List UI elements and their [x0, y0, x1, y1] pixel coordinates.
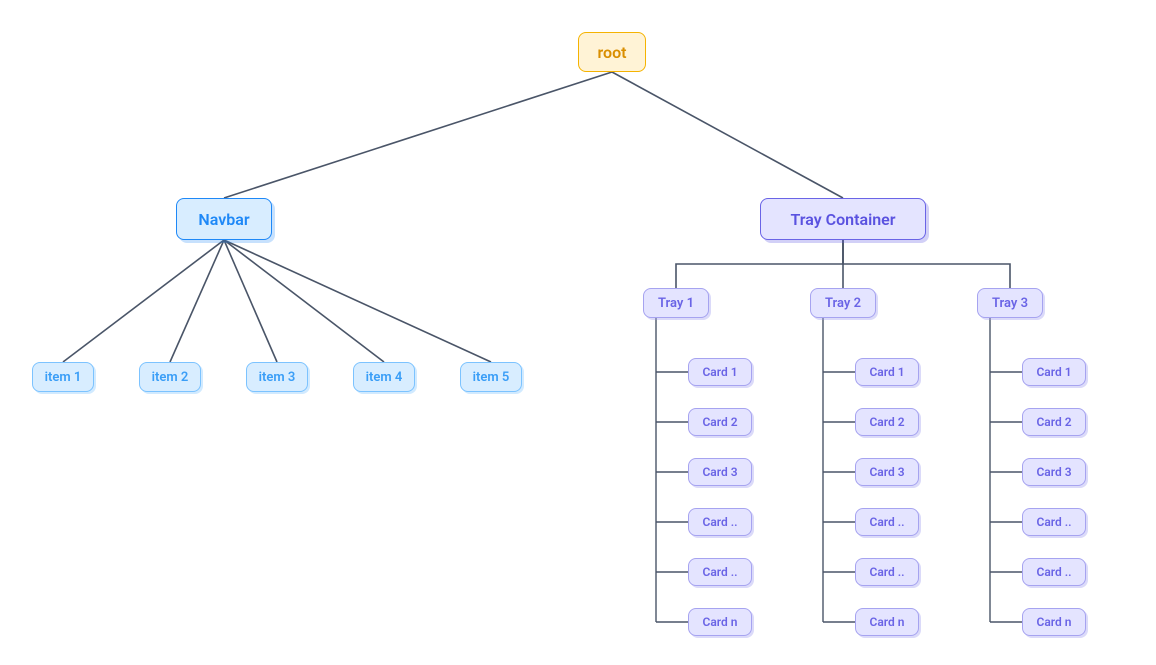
tray-2: Tray 2	[810, 288, 876, 318]
tray-1-card: Card ..	[688, 558, 752, 586]
tray-3-card: Card 3	[1022, 458, 1086, 486]
tray-3: Tray 3	[977, 288, 1043, 318]
navbar-node: Navbar	[176, 198, 272, 240]
tray-3-card: Card n	[1022, 608, 1086, 636]
tray-3-card: Card ..	[1022, 508, 1086, 536]
tray-1-card: Card n	[688, 608, 752, 636]
root-node: root	[578, 32, 646, 72]
tray-1: Tray 1	[643, 288, 709, 318]
tray-container-node: Tray Container	[760, 198, 926, 240]
tray-2-card: Card 3	[855, 458, 919, 486]
tray-3-card: Card ..	[1022, 558, 1086, 586]
nav-item-1: item 1	[32, 362, 94, 392]
tray-1-card: Card ..	[688, 508, 752, 536]
tray-2-card: Card ..	[855, 558, 919, 586]
nav-item-4: item 4	[353, 362, 415, 392]
nav-item-3: item 3	[246, 362, 308, 392]
tray-3-card: Card 1	[1022, 358, 1086, 386]
tray-2-card: Card 2	[855, 408, 919, 436]
tray-2-card: Card ..	[855, 508, 919, 536]
tray-3-card: Card 2	[1022, 408, 1086, 436]
diagram-edges	[0, 0, 1156, 665]
tray-1-card: Card 3	[688, 458, 752, 486]
tray-1-card: Card 1	[688, 358, 752, 386]
tray-2-card: Card 1	[855, 358, 919, 386]
nav-item-2: item 2	[139, 362, 201, 392]
nav-item-5: item 5	[460, 362, 522, 392]
tray-1-card: Card 2	[688, 408, 752, 436]
tray-2-card: Card n	[855, 608, 919, 636]
